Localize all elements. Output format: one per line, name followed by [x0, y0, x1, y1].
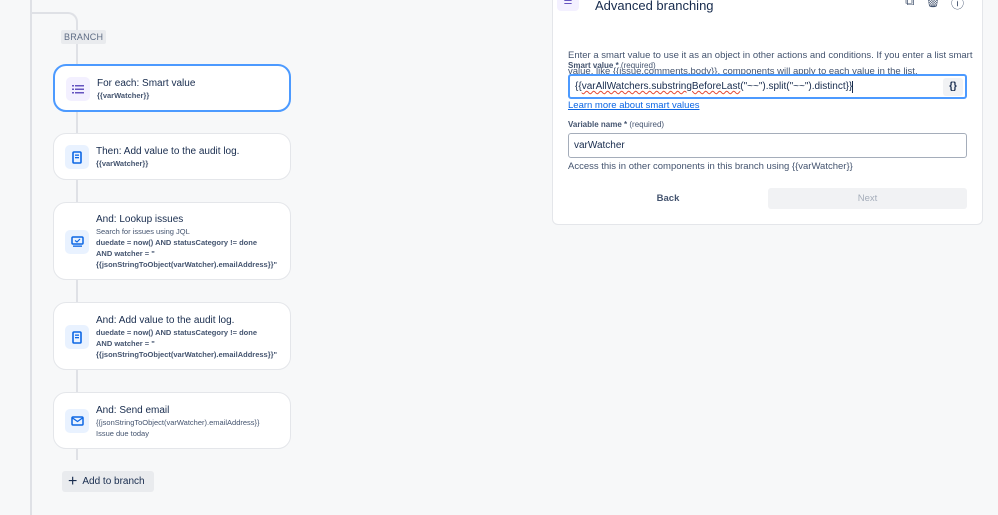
required-text: (required) — [620, 61, 656, 70]
add-to-branch-label: Add to branch — [82, 476, 145, 487]
advanced-branching-panel: ☰ Advanced branching ⧉ 🗑 ⓘ Enter a smart v… — [552, 0, 983, 225]
smart-value-input[interactable]: {{varAllWatchers.substringBeforeLast ("~~… — [568, 74, 967, 99]
lookup-icon — [65, 230, 89, 254]
branch-badge: BRANCH — [61, 30, 107, 44]
card-for-each[interactable]: For each: Smart value {{varWatcher}} — [53, 64, 291, 112]
delete-icon[interactable]: 🗑 — [924, 0, 941, 12]
variable-helper-text: Access this in other components in this … — [568, 161, 853, 172]
card-detail: Issue due today — [96, 429, 149, 438]
label-text: Variable name — [568, 120, 622, 129]
card-detail: AND watcher = " — [96, 249, 155, 258]
branch-connector — [31, 12, 78, 32]
add-to-branch-button[interactable]: + Add to branch — [62, 471, 154, 492]
card-detail: {{varWatcher}} — [97, 91, 150, 100]
card-title: And: Lookup issues — [96, 214, 184, 225]
email-icon — [65, 409, 89, 433]
plus-icon: + — [68, 472, 78, 490]
value-part: varAllWatchers.substringBeforeLast — [581, 81, 741, 92]
card-detail: {{varWatcher}} — [96, 159, 149, 168]
card-audit-log[interactable]: Then: Add value to the audit log. {{varWa… — [53, 133, 291, 180]
variable-name-label: Variable name * (required) — [568, 120, 665, 129]
card-send-email[interactable]: And: Send email {{jsonStringToObject(varW… — [53, 392, 291, 449]
card-audit-log-2[interactable]: And: Add value to the audit log. duedate … — [53, 302, 291, 370]
input-value: varWatcher — [574, 140, 625, 151]
card-subtitle: Search for issues using JQL — [96, 227, 190, 236]
value-part: {{ — [575, 81, 582, 92]
audit-log-icon — [65, 325, 89, 349]
audit-log-icon — [65, 145, 89, 169]
required-text: (required) — [629, 120, 665, 129]
text-cursor — [852, 80, 854, 93]
info-icon[interactable]: ⓘ — [951, 0, 964, 12]
copy-icon[interactable]: ⧉ — [905, 0, 914, 12]
value-part: ("~~").split("~~").distinct}} — [740, 81, 853, 92]
next-button[interactable]: Next — [768, 188, 967, 209]
card-detail: {{jsonStringToObject(varWatcher).emailAd… — [96, 260, 278, 269]
variable-name-input[interactable]: varWatcher — [568, 133, 967, 158]
card-detail: duedate = now() AND statusCategory != do… — [96, 238, 257, 247]
card-detail: {{jsonStringToObject(varWatcher).emailAd… — [96, 418, 260, 427]
list-icon — [66, 77, 90, 101]
card-title: Then: Add value to the audit log. — [96, 146, 240, 157]
card-lookup-issues[interactable]: And: Lookup issues Search for issues usin… — [53, 202, 291, 280]
list-icon: ☰ — [557, 0, 579, 11]
card-title: And: Send email — [96, 405, 170, 416]
card-detail: {{jsonStringToObject(varWatcher).emailAd… — [96, 350, 278, 359]
smart-value-picker-button[interactable]: {} — [943, 78, 963, 96]
label-text: Smart value — [568, 61, 614, 70]
smart-value-label: Smart value * (required) — [568, 61, 656, 70]
card-title: For each: Smart value — [97, 78, 196, 89]
card-detail: duedate = now() AND statusCategory != do… — [96, 328, 257, 337]
card-title: And: Add value to the audit log. — [96, 315, 235, 326]
learn-more-link[interactable]: Learn more about smart values — [568, 100, 699, 111]
main-flow-line — [30, 0, 32, 515]
back-button[interactable]: Back — [568, 188, 768, 209]
panel-title: Advanced branching — [595, 0, 714, 13]
card-detail: AND watcher = " — [96, 339, 155, 348]
